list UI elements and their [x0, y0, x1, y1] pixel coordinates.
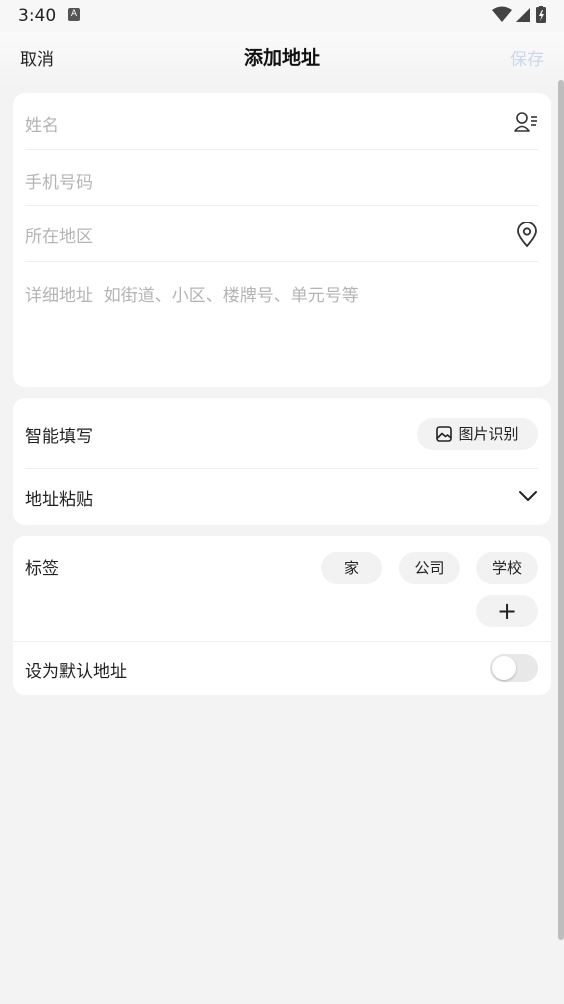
- image-recognition-label: 图片识别: [458, 425, 519, 443]
- address-form-card: 姓名 手机号码 所在地区 详细地址 如街道、小区、楼牌号、单元号等: [13, 93, 551, 387]
- image-recognition-button[interactable]: 图片识别: [417, 418, 538, 450]
- location-pin-icon[interactable]: [516, 221, 538, 252]
- system-icons: [492, 6, 550, 24]
- default-address-row: 设为默认地址: [25, 657, 538, 682]
- default-address-label: 设为默认地址: [25, 662, 127, 682]
- name-input[interactable]: 姓名: [25, 116, 59, 136]
- navigation-bar: 取消 添加地址 保存: [0, 32, 564, 88]
- wifi-icon: [492, 6, 512, 22]
- chevron-down-icon[interactable]: [518, 488, 538, 507]
- address-paste-label: 地址粘贴: [25, 490, 93, 510]
- divider: [25, 468, 538, 469]
- divider: [25, 205, 538, 206]
- divider: [13, 641, 551, 642]
- tag-home[interactable]: 家: [321, 552, 382, 584]
- scrollbar[interactable]: [558, 80, 564, 940]
- tags-label: 标签: [25, 559, 59, 579]
- smart-fill-card: 智能填写 图片识别 地址粘贴: [13, 398, 551, 525]
- detail-address-textarea[interactable]: 详细地址 如街道、小区、楼牌号、单元号等: [25, 286, 359, 306]
- accessibility-notification-icon: A: [68, 8, 80, 21]
- address-paste-row[interactable]: 地址粘贴: [25, 485, 538, 511]
- divider: [25, 149, 538, 150]
- status-bar: 3:40 A: [0, 0, 564, 32]
- toggle-knob: [492, 656, 516, 680]
- default-address-toggle[interactable]: [490, 654, 538, 682]
- smart-fill-label: 智能填写: [25, 427, 93, 447]
- tags-row: 标签: [25, 554, 538, 579]
- region-input[interactable]: 所在地区: [25, 227, 93, 247]
- divider: [25, 261, 538, 262]
- signal-icon: [516, 8, 530, 22]
- phone-row[interactable]: 手机号码: [25, 168, 538, 193]
- tag-company[interactable]: 公司: [399, 552, 460, 584]
- phone-input[interactable]: 手机号码: [25, 173, 93, 193]
- page-title: 添加地址: [243, 47, 320, 69]
- tag-school[interactable]: 学校: [476, 552, 538, 584]
- image-icon: [436, 421, 453, 453]
- tags-card: 标签 家 公司 学校 + 设为默认地址: [13, 536, 551, 695]
- detail-address-row[interactable]: 详细地址 如街道、小区、楼牌号、单元号等: [25, 281, 538, 371]
- add-tag-button[interactable]: +: [476, 595, 538, 627]
- region-row[interactable]: 所在地区: [25, 221, 538, 248]
- contacts-icon[interactable]: [514, 111, 538, 137]
- name-row[interactable]: 姓名: [25, 111, 538, 137]
- save-button[interactable]: 保存: [510, 45, 544, 70]
- status-time: 3:40: [18, 6, 57, 26]
- battery-icon: [536, 6, 546, 23]
